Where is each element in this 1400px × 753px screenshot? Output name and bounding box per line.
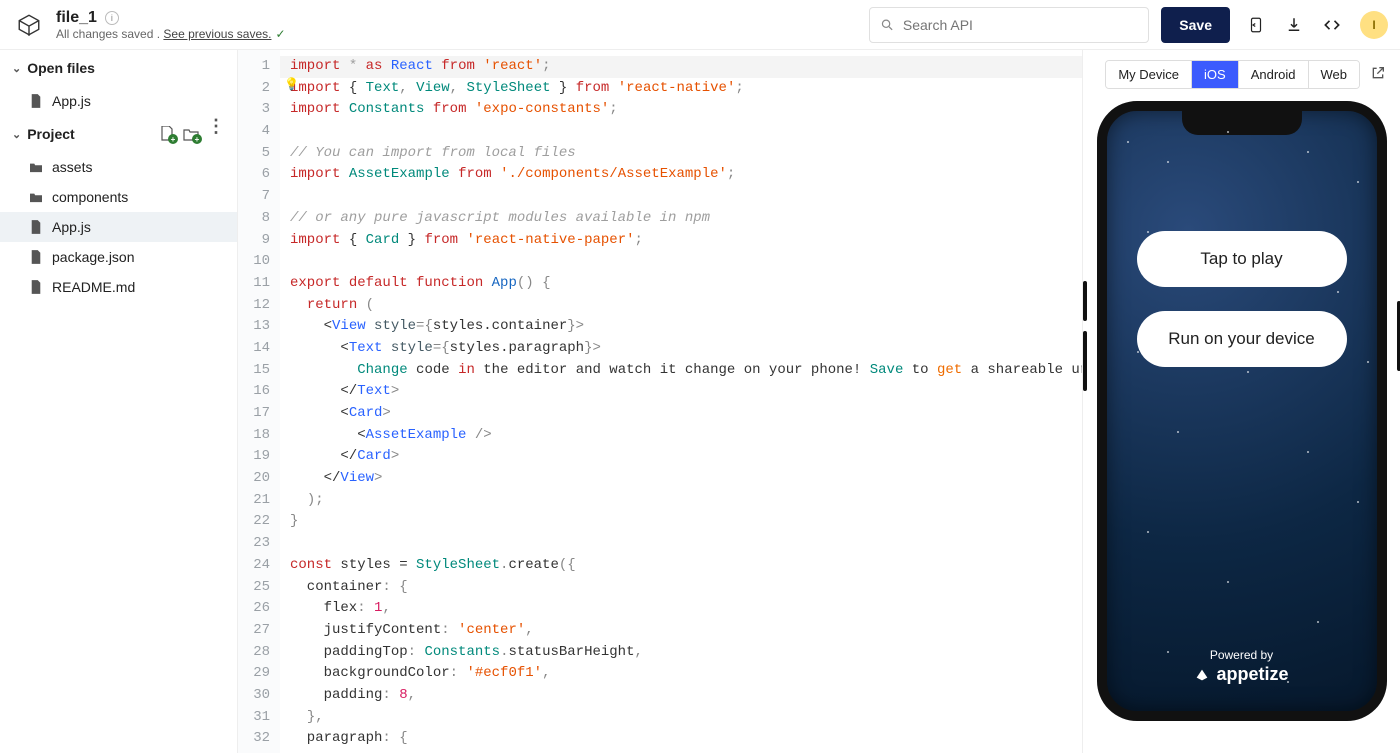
snack-logo-icon (12, 8, 46, 42)
check-icon: ✓ (275, 27, 285, 41)
js-icon (28, 219, 44, 235)
project-file-item[interactable]: components (0, 182, 237, 212)
popout-icon[interactable] (1370, 65, 1386, 84)
phone-side-button (1083, 281, 1087, 321)
embed-icon[interactable] (1322, 15, 1342, 35)
search-input[interactable] (903, 17, 1138, 33)
file-icon (28, 279, 44, 295)
search-box[interactable] (869, 7, 1149, 43)
download-icon[interactable] (1284, 15, 1304, 35)
chevron-down-icon: ⌄ (12, 62, 21, 75)
preview-tab-web[interactable]: Web (1308, 61, 1360, 88)
preview-tab-ios[interactable]: iOS (1191, 61, 1238, 88)
lightbulb-icon[interactable]: 💡 (284, 76, 299, 95)
previous-saves-link[interactable]: See previous saves. (163, 27, 271, 41)
file-name: assets (52, 159, 92, 175)
appetize-logo-icon (1194, 667, 1210, 683)
brand-name: appetize (1216, 664, 1288, 685)
phone-side-button (1083, 331, 1087, 391)
folder-icon (28, 189, 44, 205)
file-name: App.js (52, 93, 91, 109)
project-label: Project (27, 126, 74, 142)
folder-icon (28, 159, 44, 175)
powered-by-label: Powered by (1107, 648, 1377, 662)
phone-side-button (1397, 301, 1400, 371)
open-files-label: Open files (27, 60, 95, 76)
chevron-down-icon: ⌄ (12, 128, 21, 141)
more-icon[interactable]: ⋮ (207, 126, 225, 142)
info-icon[interactable]: i (105, 11, 119, 25)
file-name: package.json (52, 249, 135, 265)
file-name: components (52, 189, 128, 205)
file-sidebar: ⌄ Open files App.js ⌄ Project + + ⋮ asse… (0, 50, 238, 753)
project-file-item[interactable]: package.json (0, 242, 237, 272)
user-avatar[interactable]: I (1360, 11, 1388, 39)
title-block: file_1 i All changes saved . See previou… (56, 9, 286, 41)
open-file-item[interactable]: App.js (0, 86, 237, 116)
code-area[interactable]: import * as React from 'react';import { … (280, 50, 1082, 753)
preview-tab-my-device[interactable]: My Device (1106, 61, 1191, 88)
file-icon (28, 249, 44, 265)
file-name: README.md (52, 279, 135, 295)
new-folder-icon[interactable]: + (183, 126, 199, 142)
app-header: file_1 i All changes saved . See previou… (0, 0, 1400, 50)
project-file-item[interactable]: App.js (0, 212, 237, 242)
tap-to-play-button[interactable]: Tap to play (1137, 231, 1347, 287)
project-file-item[interactable]: assets (0, 152, 237, 182)
preview-tab-android[interactable]: Android (1238, 61, 1308, 88)
code-editor[interactable]: 💡 12345678910111213141516171819202122232… (238, 50, 1082, 753)
js-icon (28, 93, 44, 109)
run-on-device-button[interactable]: Run on your device (1137, 311, 1347, 367)
save-button[interactable]: Save (1161, 7, 1230, 43)
project-title[interactable]: file_1 (56, 9, 97, 27)
file-name: App.js (52, 219, 91, 235)
preview-tabs: My DeviceiOSAndroidWeb (1105, 60, 1360, 89)
phone-frame: Tap to play Run on your device Powered b… (1097, 101, 1387, 721)
powered-by: Powered by appetize (1107, 648, 1377, 685)
save-status-text: All changes saved . (56, 27, 163, 41)
device-preview-panel: My DeviceiOSAndroidWeb Tap to play Run o… (1082, 50, 1400, 753)
new-file-icon[interactable]: + (159, 126, 175, 142)
project-header[interactable]: ⌄ Project + + ⋮ (0, 116, 237, 152)
open-files-header[interactable]: ⌄ Open files (0, 50, 237, 86)
line-gutter: 1234567891011121314151617181920212223242… (238, 50, 280, 753)
expo-go-icon[interactable] (1246, 15, 1266, 35)
save-status: All changes saved . See previous saves. ✓ (56, 27, 286, 41)
search-icon (880, 17, 895, 33)
project-file-item[interactable]: README.md (0, 272, 237, 302)
